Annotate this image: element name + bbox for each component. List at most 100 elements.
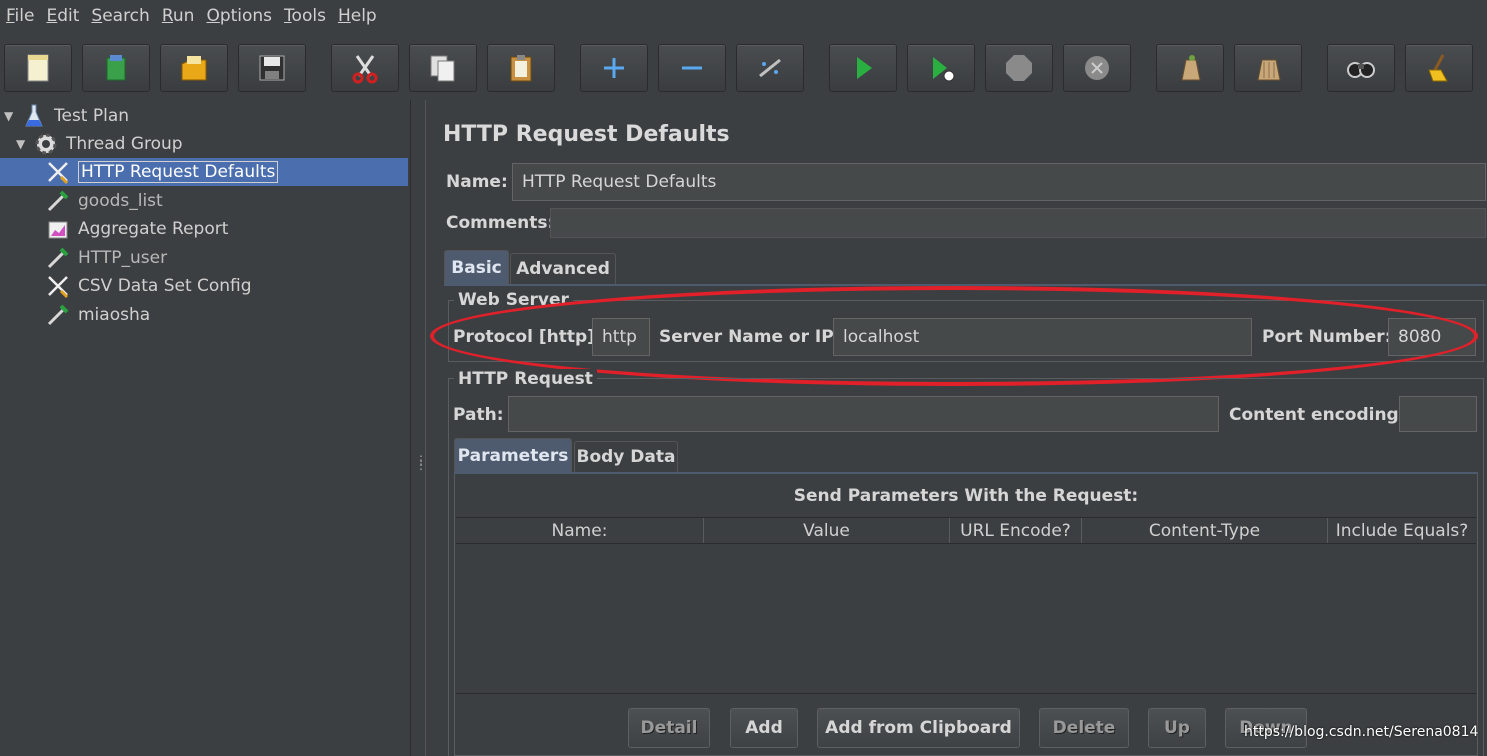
detail-button[interactable]: Detail <box>628 708 710 748</box>
collapse-all-button[interactable] <box>658 44 726 92</box>
start-no-pauses-icon <box>933 57 955 82</box>
split-pane-divider[interactable]: ⋮ ⋮ <box>410 100 427 756</box>
menu-tools[interactable]: Tools <box>278 0 332 32</box>
reset-search-button[interactable] <box>1405 44 1473 92</box>
path-field[interactable] <box>508 396 1219 432</box>
params-table-header: Name: Value URL Encode? Content-Type Inc… <box>456 517 1476 544</box>
content-encoding-field[interactable] <box>1399 396 1477 432</box>
tree-node-thread-group[interactable]: ▼ Thread Group <box>16 130 183 158</box>
toggle-icon <box>759 58 781 78</box>
server-name-label: Server Name or IP: <box>659 327 841 347</box>
templates-button[interactable] <box>82 44 150 92</box>
cut-icon <box>352 55 378 84</box>
save-icon <box>259 55 285 81</box>
menu-file[interactable]: File <box>0 0 40 32</box>
search-icon <box>1347 62 1375 78</box>
sampler-icon <box>44 302 72 328</box>
clear-button[interactable] <box>1156 44 1224 92</box>
start-no-pauses-button[interactable] <box>907 44 975 92</box>
expand-arrow-icon[interactable]: ▼ <box>4 109 20 123</box>
watermark-text: https://blog.csdn.net/Serena0814 <box>1244 724 1479 740</box>
web-server-title: Web Server <box>454 290 573 310</box>
open-button[interactable] <box>160 44 228 92</box>
paste-button[interactable] <box>487 44 555 92</box>
copy-button[interactable] <box>409 44 477 92</box>
comments-field[interactable] <box>550 208 1486 238</box>
menu-search[interactable]: Search <box>85 0 155 32</box>
paste-icon <box>510 55 532 82</box>
copy-icon <box>430 55 455 82</box>
tree-node-http-user[interactable]: HTTP_user <box>44 244 167 272</box>
new-icon <box>27 54 49 82</box>
tab-advanced[interactable]: Advanced <box>510 253 616 284</box>
menu-run[interactable]: Run <box>156 0 201 32</box>
start-icon <box>857 57 872 79</box>
gear-icon <box>32 131 60 157</box>
expand-icon <box>604 58 624 78</box>
tree-node-http-request-defaults[interactable]: HTTP Request Defaults <box>0 158 408 186</box>
server-name-field[interactable]: localhost <box>833 318 1252 356</box>
toggle-button[interactable] <box>736 44 804 92</box>
up-button[interactable]: Up <box>1148 708 1206 748</box>
tree-node-miaosha[interactable]: miaosha <box>44 301 150 329</box>
tab-basic[interactable]: Basic <box>444 250 509 284</box>
save-button[interactable] <box>238 44 306 92</box>
tree-node-goods-list[interactable]: goods_list <box>44 187 163 215</box>
stop-icon <box>1006 55 1032 81</box>
listener-icon <box>44 216 72 242</box>
tab-parameters[interactable]: Parameters <box>454 438 572 472</box>
protocol-label: Protocol [http]: <box>453 327 602 347</box>
column-content-type[interactable]: Content-Type <box>1082 518 1328 543</box>
reset-search-icon <box>1428 54 1448 82</box>
menu-options[interactable]: Options <box>200 0 278 32</box>
params-heading: Send Parameters With the Request: <box>793 486 1139 506</box>
clear-all-icon <box>1257 59 1281 81</box>
name-label: Name: <box>446 172 508 192</box>
test-plan-icon <box>20 103 48 129</box>
tree-node-csv-data-set-config[interactable]: CSV Data Set Config <box>44 272 252 300</box>
menu-edit[interactable]: Edit <box>40 0 85 32</box>
menu-help[interactable]: Help <box>332 0 383 32</box>
cut-button[interactable] <box>331 44 399 92</box>
shutdown-icon <box>1085 56 1109 80</box>
search-button[interactable] <box>1327 44 1395 92</box>
tab-body-data[interactable]: Body Data <box>574 441 678 472</box>
port-number-label: Port Number: <box>1262 327 1392 347</box>
comments-label: Comments: <box>446 213 555 233</box>
column-value[interactable]: Value <box>704 518 950 543</box>
stop-button[interactable] <box>985 44 1053 92</box>
name-field[interactable]: HTTP Request Defaults <box>512 163 1486 201</box>
column-include-equals[interactable]: Include Equals? <box>1328 518 1476 543</box>
clear-all-button[interactable] <box>1234 44 1302 92</box>
column-name[interactable]: Name: <box>456 518 704 543</box>
collapse-icon <box>682 66 702 70</box>
tab-underline <box>444 284 1486 286</box>
tree-node-aggregate-report[interactable]: Aggregate Report <box>44 215 228 243</box>
open-icon <box>181 56 207 81</box>
sampler-icon <box>44 245 72 271</box>
page-title: HTTP Request Defaults <box>443 122 730 147</box>
sampler-icon <box>44 188 72 214</box>
column-url-encode[interactable]: URL Encode? <box>950 518 1082 543</box>
clear-icon <box>1181 55 1201 81</box>
params-table-body[interactable] <box>456 544 1476 694</box>
shutdown-button[interactable] <box>1063 44 1131 92</box>
start-button[interactable] <box>829 44 897 92</box>
tree-node-test-plan[interactable]: ▼ Test Plan <box>4 102 129 130</box>
menu-bar: File Edit Search Run Options Tools Help <box>0 0 1487 32</box>
port-number-field[interactable]: 8080 <box>1388 318 1476 356</box>
templates-icon <box>106 55 126 81</box>
expand-arrow-icon[interactable]: ▼ <box>16 137 32 151</box>
expand-all-button[interactable] <box>580 44 648 92</box>
delete-button[interactable]: Delete <box>1039 708 1129 748</box>
grip-icon: ⋮ ⋮ <box>415 453 427 472</box>
new-button[interactable] <box>4 44 72 92</box>
add-button[interactable]: Add <box>730 708 798 748</box>
protocol-field[interactable]: http <box>592 318 650 356</box>
config-element-icon <box>44 273 72 299</box>
path-label: Path: <box>453 405 504 425</box>
content-encoding-label: Content encoding: <box>1229 405 1406 425</box>
http-request-title: HTTP Request <box>454 369 597 389</box>
toolbar <box>0 38 1487 98</box>
add-from-clipboard-button[interactable]: Add from Clipboard <box>817 708 1020 748</box>
